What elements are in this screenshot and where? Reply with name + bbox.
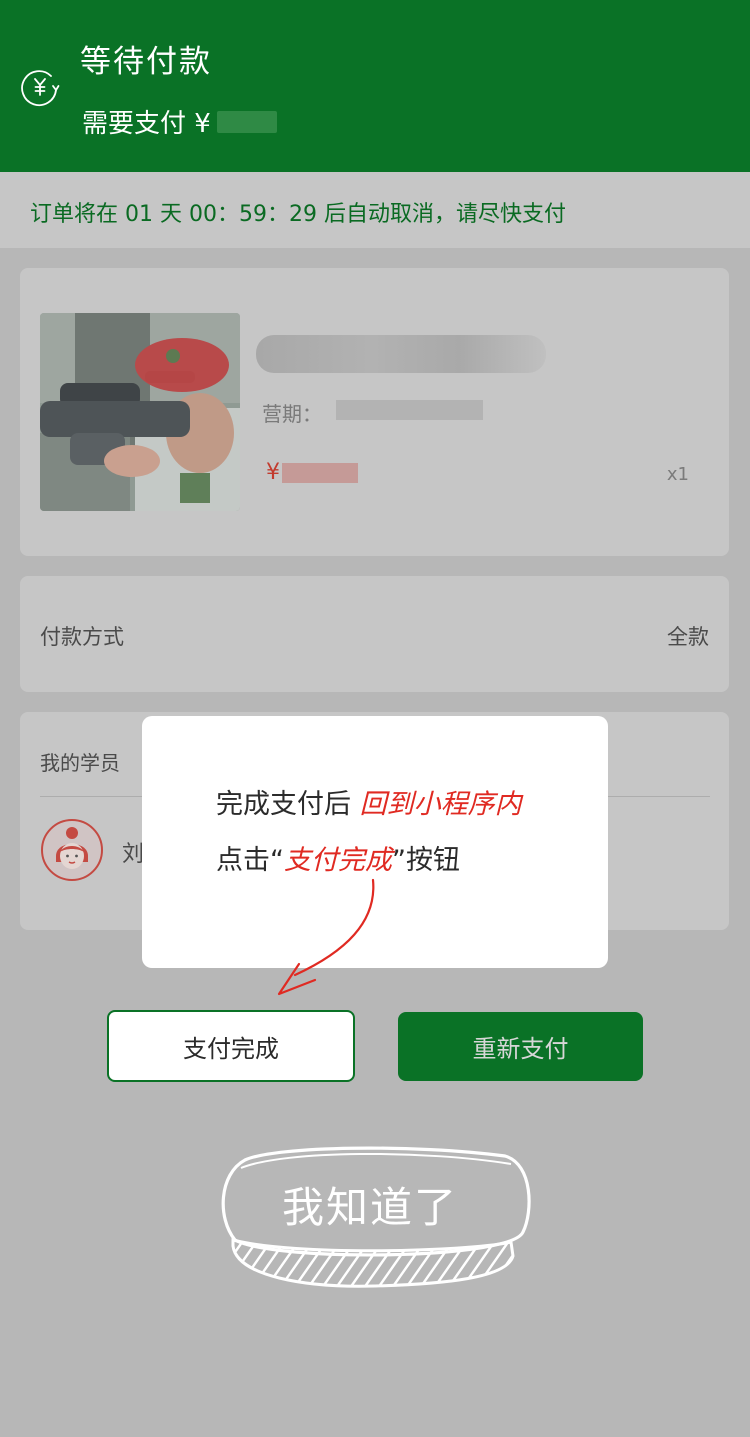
student-name: 刘	[122, 842, 145, 867]
tip-line-1-highlight: 回到小程序内	[359, 789, 522, 820]
payment-method-value: 全款	[667, 625, 709, 649]
got-it-label: 我知道了	[281, 1183, 458, 1232]
payment-method-label: 付款方式	[40, 625, 124, 649]
camp-period-label: 营期：	[262, 402, 322, 426]
order-product-card: 营期： ¥ x1	[20, 268, 729, 556]
yuan-clock-icon	[21, 70, 60, 107]
my-students-label: 我的学员	[40, 751, 120, 775]
price-symbol: ¥	[266, 460, 280, 485]
price-redacted	[282, 463, 358, 483]
cancel-countdown-notice: 订单将在 01 天 00：59：29 后自动取消，请尽快支付	[0, 172, 750, 248]
product-quantity: x1	[666, 464, 689, 485]
tip-line-2-suffix: ”按钮	[392, 845, 460, 876]
page-title: 等待付款	[80, 44, 212, 80]
payment-status-header: 等待付款 需要支付 ¥	[0, 0, 750, 172]
product-image	[40, 313, 240, 511]
amount-due: 需要支付 ¥	[82, 103, 277, 140]
tip-line-1-text: 完成支付后	[216, 789, 360, 820]
camp-period-redacted	[336, 400, 483, 420]
payment-done-button[interactable]: 支付完成	[107, 1010, 355, 1082]
countdown-text: 订单将在 01 天 00：59：29 后自动取消，请尽快支付	[30, 202, 566, 227]
amount-redacted	[216, 110, 277, 133]
payment-method-card: 付款方式 全款	[20, 576, 729, 692]
student-avatar-icon	[41, 819, 103, 881]
product-title-redacted	[256, 335, 546, 373]
tip-line-1: 完成支付后 回到小程序内	[216, 782, 522, 821]
got-it-button[interactable]: 我知道了	[215, 1138, 540, 1298]
pointer-arrow-icon	[277, 878, 375, 996]
amount-due-label: 需要支付 ¥	[82, 109, 211, 139]
repay-button[interactable]: 重新支付	[398, 1012, 643, 1081]
